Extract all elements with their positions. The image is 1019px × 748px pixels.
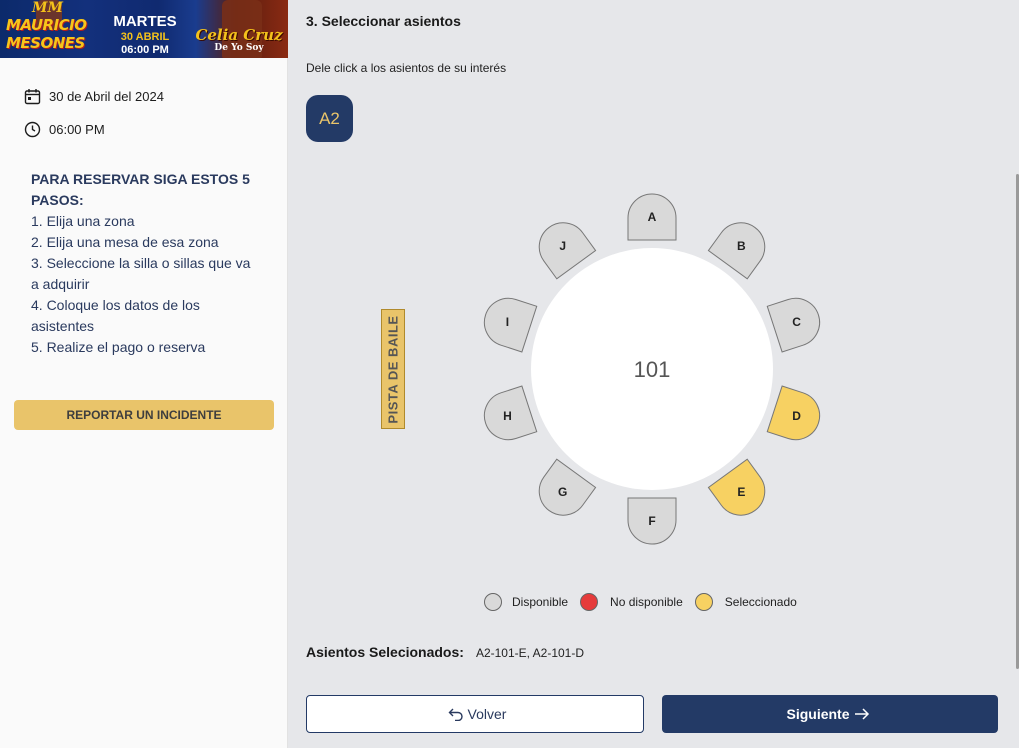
next-button[interactable]: Siguiente — [662, 695, 998, 733]
report-incident-button[interactable]: REPORTAR UN INCIDENTE — [14, 400, 274, 430]
seat-i[interactable]: I — [478, 292, 538, 353]
steps-title: PARA RESERVAR SIGA ESTOS 5 PASOS: — [31, 171, 250, 208]
banner-artist-name-2: MESONES — [6, 34, 85, 52]
next-button-label: Siguiente — [786, 706, 850, 722]
seat-c[interactable]: C — [766, 292, 826, 353]
banner-logo-initials: MM — [32, 0, 63, 16]
event-time: 06:00 PM — [49, 122, 105, 137]
seat-label: E — [737, 485, 745, 499]
step-item: 1. Elija una zona — [31, 213, 135, 229]
legend-unavailable-label: No disponible — [610, 595, 683, 609]
legend-selected: Seleccionado — [694, 593, 797, 611]
selected-seats-value: A2-101-E, A2-101-D — [475, 646, 584, 660]
step-item: 2. Elija una mesa de esa zona — [31, 234, 219, 250]
clock-icon — [24, 121, 41, 138]
seat-label: H — [503, 409, 512, 423]
main-content: 3. Seleccionar asientos Dele click a los… — [289, 0, 1019, 748]
banner-time: 06:00 PM — [121, 44, 169, 56]
event-date-row: 30 de Abril del 2024 — [24, 88, 164, 105]
event-banner: MM MAURICIO MESONES MARTES 30 ABRIL 06:0… — [0, 0, 288, 58]
legend-unavailable: No disponible — [580, 593, 683, 611]
seat-a[interactable]: A — [627, 193, 677, 241]
legend-unavailable-swatch — [580, 593, 599, 611]
seat-legend: Disponible No disponible Seleccionado — [484, 593, 797, 611]
seat-f[interactable]: F — [627, 497, 677, 545]
table-number: 101 — [634, 357, 671, 382]
seat-label: F — [648, 514, 655, 528]
arrow-right-icon — [854, 708, 870, 720]
back-button-label: Volver — [467, 706, 507, 722]
step-item: 3. Seleccione la silla o sillas que va a… — [31, 255, 251, 292]
banner-guest-name: Celia Cruz — [195, 26, 283, 44]
banner-artist-name-1: MAURICIO — [6, 16, 87, 34]
seating-map: 101 A B C D E F G H I J — [478, 193, 826, 545]
legend-available-label: Disponible — [512, 595, 569, 609]
step-item: 4. Coloque los datos de los asistentes — [31, 297, 200, 334]
seat-label: A — [648, 210, 657, 224]
seat-h[interactable]: H — [478, 385, 538, 446]
calendar-icon — [24, 88, 41, 105]
banner-day: MARTES — [113, 13, 177, 30]
selected-seats-label: Asientos Selecionados: — [306, 644, 464, 660]
seat-label: I — [506, 315, 509, 329]
seat-label: D — [792, 409, 801, 423]
step-item: 5. Realize el pago o reserva — [31, 339, 206, 355]
banner-artist-logo: MM MAURICIO MESONES — [4, 0, 87, 56]
reservation-steps: PARA RESERVAR SIGA ESTOS 5 PASOS: 1. Eli… — [31, 169, 261, 358]
sidebar: MM MAURICIO MESONES MARTES 30 ABRIL 06:0… — [0, 0, 288, 748]
legend-available-swatch — [484, 593, 502, 611]
seat-label: J — [559, 239, 566, 253]
event-time-row: 06:00 PM — [24, 121, 105, 138]
legend-selected-label: Seleccionado — [724, 595, 797, 609]
seat-label: B — [737, 239, 746, 253]
legend-available: Disponible — [484, 593, 568, 611]
banner-date: 30 ABRIL — [120, 31, 170, 43]
banner-guest-subtitle: De Yo Soy — [214, 43, 264, 53]
seat-d[interactable]: D — [766, 385, 826, 446]
banner-date-block: MARTES 30 ABRIL 06:00 PM — [100, 14, 190, 56]
undo-arrow-icon — [448, 707, 464, 721]
banner-guest: Celia Cruz De Yo Soy — [190, 26, 288, 53]
selected-seats: Asientos Selecionados: A2-101-E, A2-101-… — [306, 644, 584, 660]
seat-label: C — [792, 315, 801, 329]
back-button[interactable]: Volver — [306, 695, 644, 733]
event-date: 30 de Abril del 2024 — [49, 89, 164, 104]
seat-label: G — [558, 485, 567, 499]
legend-selected-swatch — [694, 593, 713, 611]
